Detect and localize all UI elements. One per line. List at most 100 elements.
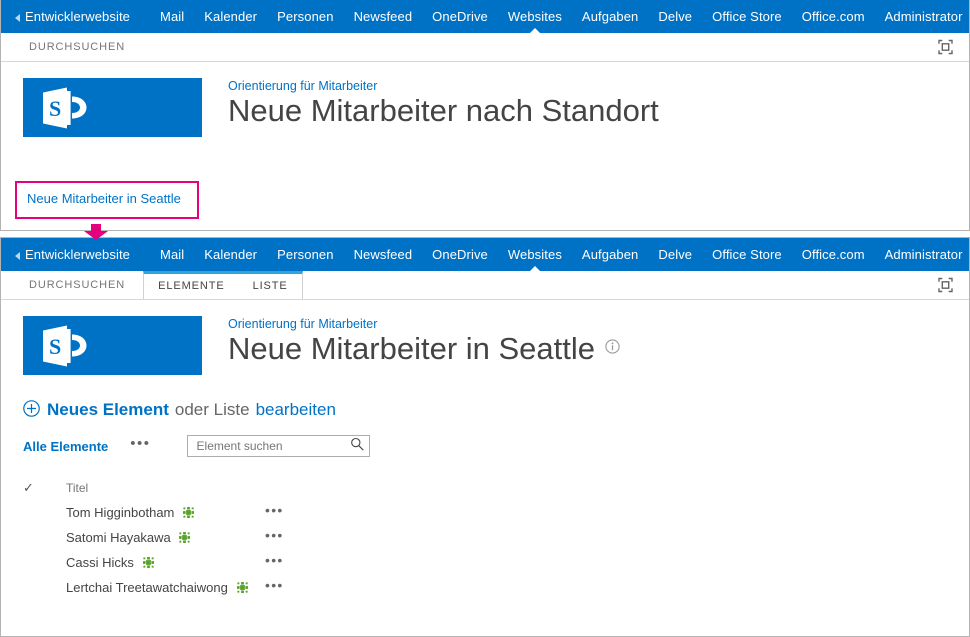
focus-on-content-icon-top[interactable] xyxy=(938,39,953,55)
down-arrow-annotation-icon xyxy=(82,224,110,240)
sharepoint-logo-icon-top: S xyxy=(23,78,202,137)
table-row[interactable]: Tom Higginbotham ••• xyxy=(23,500,325,525)
account-menu-bottom[interactable]: Administrator xyxy=(875,238,969,271)
svg-text:S: S xyxy=(49,334,61,359)
page-title-text: Neue Mitarbeiter in Seattle xyxy=(228,331,596,366)
page-title-bottom: Neue Mitarbeiter in Seattle xyxy=(228,331,620,367)
info-circle-icon[interactable] xyxy=(605,327,620,362)
focus-on-content-icon-bottom[interactable] xyxy=(938,277,953,293)
tab-durchsuchen-top[interactable]: DURCHSUCHEN xyxy=(15,33,139,61)
tab-liste[interactable]: LISTE xyxy=(239,274,302,299)
account-menu-label: Administrator xyxy=(884,247,963,262)
suite-link-kalender-top[interactable]: Kalender xyxy=(194,0,267,33)
page-title-top: Neue Mitarbeiter nach Standort xyxy=(228,93,659,129)
site-title-block-top: Orientierung für Mitarbeiter Neue Mitarb… xyxy=(202,78,659,129)
row-more-options-button[interactable]: ••• xyxy=(265,528,284,542)
suite-link-personen-top[interactable]: Personen xyxy=(267,0,343,33)
breadcrumb-link-bottom[interactable]: Orientierung für Mitarbeiter xyxy=(228,317,620,331)
row-title-text: Satomi Hayakawa xyxy=(66,530,171,545)
suite-link-newsfeed-bottom[interactable]: Newsfeed xyxy=(344,238,423,271)
select-all-cell[interactable]: ✓ xyxy=(23,475,55,500)
ribbon-tabstrip-bottom: DURCHSUCHEN ELEMENTE LISTE xyxy=(1,271,969,300)
plus-circle-icon[interactable] xyxy=(23,400,40,422)
search-input[interactable] xyxy=(194,438,350,454)
table-row[interactable]: Satomi Hayakawa ••• xyxy=(23,525,325,550)
row-select-cell[interactable] xyxy=(23,500,55,525)
suite-home-link-top[interactable]: Entwicklerwebsite xyxy=(15,9,130,24)
suite-link-mail-top[interactable]: Mail xyxy=(150,0,194,33)
new-item-sparkle-icon xyxy=(142,556,154,571)
row-more-options-button[interactable]: ••• xyxy=(265,503,284,517)
row-title-cell[interactable]: Lertchai Treetawatchaiwong xyxy=(55,575,265,600)
search-box[interactable] xyxy=(186,435,370,457)
list-link-neue-mitarbeiter-seattle[interactable]: Neue Mitarbeiter in Seattle xyxy=(27,191,181,206)
row-select-cell[interactable] xyxy=(23,550,55,575)
edit-list-link[interactable]: bearbeiten xyxy=(256,400,336,420)
suite-link-websites-bottom[interactable]: Websites xyxy=(498,238,572,271)
site-header-bottom: S Orientierung für Mitarbeiter Neue Mita… xyxy=(1,300,969,375)
suite-nav-links-bottom: Entwicklerwebsite Mail Kalender Personen… xyxy=(1,238,969,271)
new-item-sparkle-icon xyxy=(183,506,195,521)
row-menu-cell[interactable]: ••• xyxy=(265,500,325,525)
view-more-options-button[interactable]: ••• xyxy=(130,436,150,451)
row-title-cell[interactable]: Satomi Hayakawa xyxy=(55,525,265,550)
suite-link-delve-top[interactable]: Delve xyxy=(648,0,702,33)
suite-link-onedrive-bottom[interactable]: OneDrive xyxy=(422,238,498,271)
row-more-options-button[interactable]: ••• xyxy=(265,553,284,567)
suite-link-office-com-top[interactable]: Office.com xyxy=(792,0,875,33)
sharepoint-logo-icon-bottom: S xyxy=(23,316,202,375)
search-magnifier-icon[interactable] xyxy=(350,437,364,456)
site-title-block-bottom: Orientierung für Mitarbeiter Neue Mitarb… xyxy=(202,316,620,367)
suite-link-aufgaben-bottom[interactable]: Aufgaben xyxy=(572,238,648,271)
highlight-box: Neue Mitarbeiter in Seattle xyxy=(15,181,199,219)
row-menu-cell[interactable]: ••• xyxy=(265,550,325,575)
suite-link-kalender-bottom[interactable]: Kalender xyxy=(194,238,267,271)
row-menu-cell[interactable]: ••• xyxy=(265,575,325,600)
row-more-options-button[interactable]: ••• xyxy=(265,578,284,592)
list-header-row: ✓ Titel xyxy=(23,475,325,500)
view-selector-alle-elemente[interactable]: Alle Elemente xyxy=(23,439,108,454)
checkmark-icon[interactable]: ✓ xyxy=(23,480,34,495)
suite-link-office-store-bottom[interactable]: Office Store xyxy=(702,238,792,271)
suite-home-label: Entwicklerwebsite xyxy=(25,247,131,262)
suite-link-office-store-top[interactable]: Office Store xyxy=(702,0,792,33)
suite-nav-bar-bottom: Entwicklerwebsite Mail Kalender Personen… xyxy=(1,238,969,271)
list-body: Neues Element oder Liste bearbeiten Alle… xyxy=(1,399,969,600)
suite-link-office-com-bottom[interactable]: Office.com xyxy=(792,238,875,271)
account-menu-top[interactable]: Administrator xyxy=(875,0,969,33)
ribbon-contextual-tabgroup: ELEMENTE LISTE xyxy=(143,271,303,299)
column-header-titel[interactable]: Titel xyxy=(55,475,265,500)
row-title-cell[interactable]: Tom Higginbotham xyxy=(55,500,265,525)
suite-nav-bar-top: Entwicklerwebsite Mail Kalender Personen… xyxy=(1,0,969,33)
suite-link-aufgaben-top[interactable]: Aufgaben xyxy=(572,0,648,33)
new-item-link[interactable]: Neues Element xyxy=(47,400,169,420)
sharepoint-window-top: Entwicklerwebsite Mail Kalender Personen… xyxy=(0,0,970,231)
row-menu-cell[interactable]: ••• xyxy=(265,525,325,550)
suite-home-label: Entwicklerwebsite xyxy=(25,9,131,24)
row-title-text: Cassi Hicks xyxy=(66,555,134,570)
row-title-cell[interactable]: Cassi Hicks xyxy=(55,550,265,575)
table-row[interactable]: Cassi Hicks ••• xyxy=(23,550,325,575)
ribbon-tabstrip-top: DURCHSUCHEN xyxy=(1,33,969,62)
suite-link-newsfeed-top[interactable]: Newsfeed xyxy=(344,0,423,33)
new-item-row: Neues Element oder Liste bearbeiten xyxy=(23,399,969,421)
back-triangle-icon xyxy=(15,251,20,260)
column-header-menu xyxy=(265,475,325,500)
table-row[interactable]: Lertchai Treetawatchaiwong ••• xyxy=(23,575,325,600)
row-title-text: Lertchai Treetawatchaiwong xyxy=(66,580,228,595)
suite-home-link-bottom[interactable]: Entwicklerwebsite xyxy=(15,247,130,262)
suite-link-mail-bottom[interactable]: Mail xyxy=(150,238,194,271)
breadcrumb-link-top[interactable]: Orientierung für Mitarbeiter xyxy=(228,79,659,93)
new-item-sparkle-icon xyxy=(179,531,191,546)
row-select-cell[interactable] xyxy=(23,525,55,550)
suite-link-personen-bottom[interactable]: Personen xyxy=(267,238,343,271)
suite-link-websites-top[interactable]: Websites xyxy=(498,0,572,33)
suite-link-onedrive-top[interactable]: OneDrive xyxy=(422,0,498,33)
row-select-cell[interactable] xyxy=(23,575,55,600)
tab-durchsuchen-bottom[interactable]: DURCHSUCHEN xyxy=(15,271,139,299)
tab-elemente[interactable]: ELEMENTE xyxy=(144,274,239,299)
suite-nav-links-top: Entwicklerwebsite Mail Kalender Personen… xyxy=(1,0,969,33)
suite-link-delve-bottom[interactable]: Delve xyxy=(648,238,702,271)
list-toolbar: Alle Elemente ••• xyxy=(23,434,969,458)
sharepoint-window-bottom: Entwicklerwebsite Mail Kalender Personen… xyxy=(0,237,970,637)
